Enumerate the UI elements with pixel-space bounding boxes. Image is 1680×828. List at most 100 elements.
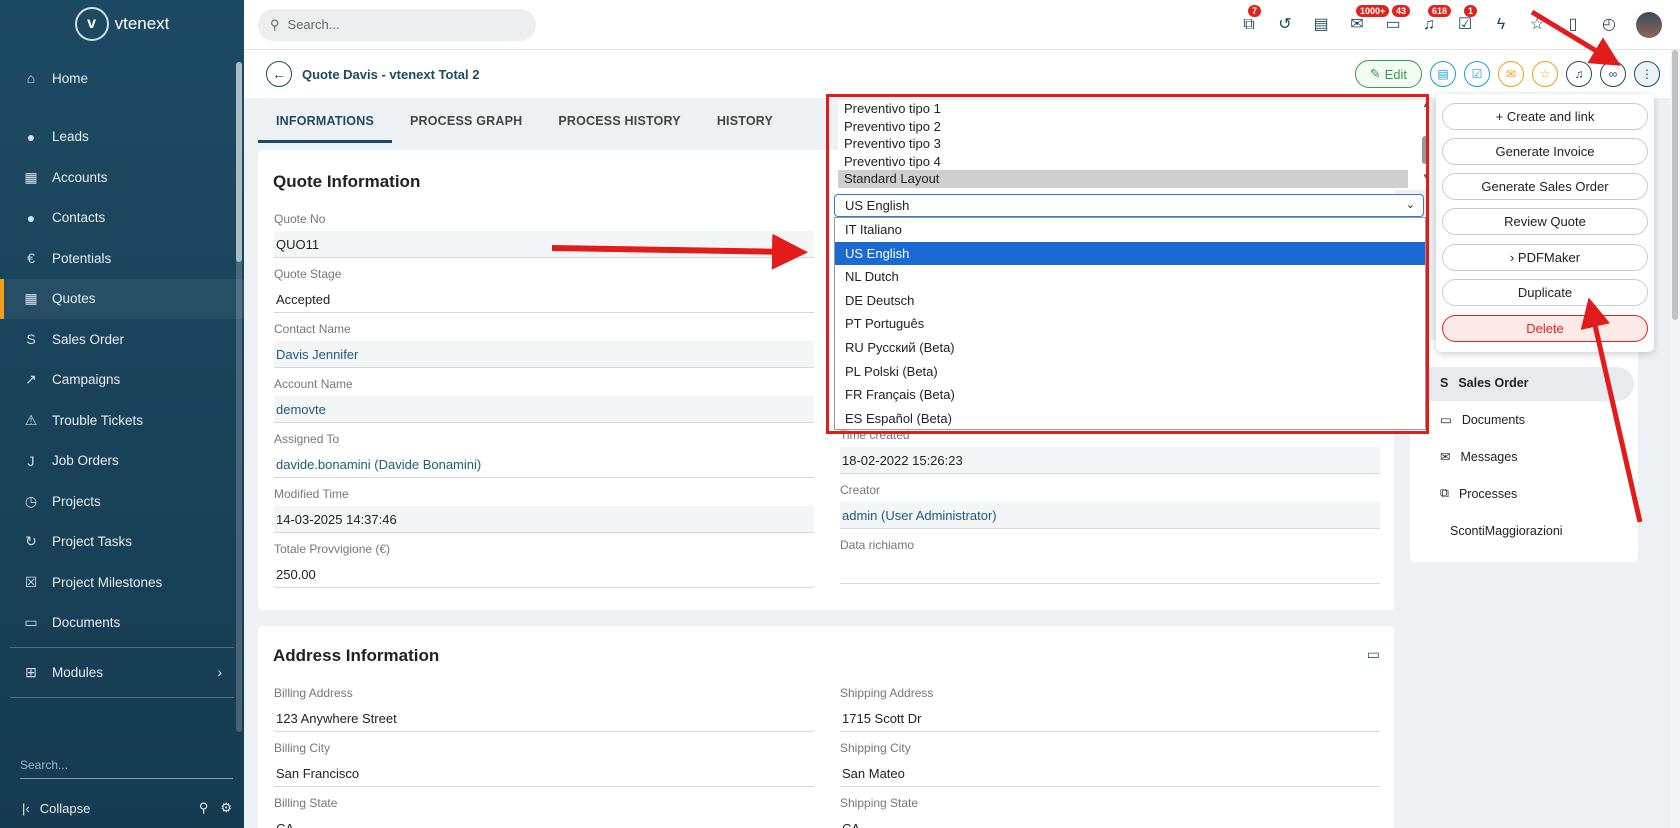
related-item-sales-order[interactable]: S Sales Order [1440, 376, 1529, 390]
sidebar-item-modules[interactable]: ⊞ Modules › [0, 652, 244, 693]
tab-process-history[interactable]: PROCESS HISTORY [540, 104, 698, 143]
tab-informations[interactable]: INFORMATIONS [258, 104, 392, 143]
review-quote-button[interactable]: Review Quote [1442, 208, 1648, 235]
todo-icon[interactable]: ☑ 1 [1456, 4, 1478, 34]
messages-badge: 43 [1392, 4, 1411, 17]
sidebar-item-documents[interactable]: ▭ Documents [0, 603, 244, 644]
top-bar: ⚲ Search... ⧉ 7 ↺ ▤ ✉ 1000+ ▭ 43 ♫ 618 ☑ 1 ϟ … [244, 0, 1680, 50]
processes-badge: 7 [1248, 4, 1262, 17]
duplicate-button[interactable]: Duplicate [1442, 279, 1648, 306]
collapse-icon[interactable]: |‹ [22, 801, 30, 816]
totale-provvigione-value[interactable]: 250.00 [274, 561, 814, 588]
related-item-documents[interactable]: ▭ Documents [1440, 412, 1525, 428]
edit-button[interactable]: ✎ Edit [1354, 60, 1422, 88]
creator-link[interactable]: admin (User Administrator) [840, 502, 1380, 529]
create-and-link-button[interactable]: + Create and link [1442, 103, 1648, 130]
related-item-processes[interactable]: ⧉ Processes [1440, 486, 1517, 501]
user-avatar[interactable] [1636, 11, 1662, 38]
data-richiamo-value[interactable] [840, 557, 1380, 584]
field-label: Totale Provvigione (€) [274, 542, 391, 556]
search-placeholder: Search... [287, 17, 340, 32]
delete-button[interactable]: Delete [1442, 315, 1648, 342]
back-button[interactable]: ← [266, 61, 292, 87]
sidebar-item-label: Job Orders [52, 453, 119, 469]
generate-sales-order-button[interactable]: Generate Sales Order [1442, 173, 1648, 200]
task-button[interactable]: ☑ [1464, 61, 1490, 87]
generate-invoice-button[interactable]: Generate Invoice [1442, 138, 1648, 165]
sidebar-item-potentials[interactable]: € Potentials [0, 238, 244, 279]
sidebar-search-input[interactable]: Search... [20, 758, 233, 779]
tab-history[interactable]: HISTORY [699, 104, 791, 143]
sidebar-item-project-tasks[interactable]: ↻ Project Tasks [0, 522, 244, 563]
calendar-button[interactable]: ▤ [1430, 61, 1456, 87]
more-actions-button[interactable]: ⋮ [1634, 61, 1660, 87]
sidebar-item-trouble-tickets[interactable]: ⚠ Trouble Tickets [0, 400, 244, 441]
sidebar-item-campaigns[interactable]: ↗ Campaigns [0, 360, 244, 401]
grid-icon: ⊞ [25, 663, 37, 680]
mail-icon[interactable]: ✉ 1000+ [1348, 4, 1390, 34]
collapse-button[interactable]: Collapse [40, 801, 91, 816]
sidebar-item-quotes[interactable]: ▦ Quotes [0, 278, 244, 319]
link-button[interactable]: ∞ [1600, 61, 1626, 87]
sidebar-scrollbar[interactable] [236, 62, 242, 732]
gear-icon[interactable]: ⚙ [220, 800, 232, 816]
tab-process-graph[interactable]: PROCESS GRAPH [392, 104, 540, 143]
shipping-city-value[interactable]: San Mateo [840, 760, 1380, 787]
bell-icon[interactable]: ♫ 618 [1420, 4, 1452, 34]
calendar-icon[interactable]: ▤ [1312, 16, 1330, 34]
sidebar-item-project-milestones[interactable]: ☒ Project Milestones [0, 562, 244, 603]
address-left-col: Billing Address 123 Anywhere Street Bill… [274, 686, 814, 828]
billing-address-value[interactable]: 123 Anywhere Street [274, 705, 814, 732]
account-name-link[interactable]: demovte [274, 396, 814, 423]
euro-icon: € [27, 250, 35, 267]
sidebar-item-projects[interactable]: ◷ Projects [0, 481, 244, 522]
monitor-icon[interactable]: ▭ [1367, 646, 1380, 663]
modified-time-value: 14-03-2025 14:37:46 [274, 506, 814, 533]
home-icon: ⌂ [26, 70, 36, 87]
pin-icon[interactable]: ⚲ [199, 800, 209, 816]
shipping-address-value[interactable]: 1715 Scott Dr [840, 705, 1380, 732]
history-icon[interactable]: ↺ [1276, 16, 1294, 34]
related-item-messages[interactable]: ✉ Messages [1440, 449, 1517, 465]
email-button[interactable]: ✉ [1498, 61, 1524, 87]
shipping-state-value[interactable]: CA [840, 815, 1380, 828]
field-label: Billing Address [274, 686, 353, 700]
lightning-icon[interactable]: ϟ [1492, 16, 1510, 34]
quote-stage-value[interactable]: Accepted [274, 286, 814, 313]
related-item-label: ScontiMaggiorazioni [1450, 524, 1563, 538]
assigned-to-link[interactable]: davide.bonamini (Davide Bonamini) [274, 451, 814, 478]
billing-state-value[interactable]: CA [274, 815, 814, 828]
sidebar-item-sales-order[interactable]: S Sales Order [0, 319, 244, 360]
global-search-input[interactable]: ⚲ Search... [258, 8, 536, 41]
billing-city-value[interactable]: San Francisco [274, 760, 814, 787]
contact-name-link[interactable]: Davis Jennifer [274, 341, 814, 368]
field-label: Creator [840, 483, 881, 497]
scrollbar-thumb[interactable] [236, 62, 242, 262]
main-scrollbar[interactable] [1670, 50, 1680, 828]
favorite-button[interactable]: ☆ [1532, 61, 1558, 87]
sidebar-item-contacts[interactable]: ● Contacts [0, 198, 244, 239]
follow-button[interactable]: ♫ [1566, 61, 1592, 87]
document-icon[interactable]: ▯ [1564, 16, 1582, 34]
app-logo[interactable]: v vtenext [0, 0, 244, 48]
card-title: Quote Information [273, 172, 421, 191]
field-label: Modified Time [274, 487, 349, 501]
related-item-sconti[interactable]: ScontiMaggiorazioni [1450, 524, 1563, 538]
pdfmaker-button[interactable]: › PDFMaker [1442, 244, 1648, 271]
messages-icon[interactable]: ▭ 43 [1384, 4, 1411, 34]
sidebar-item-job-orders[interactable]: J Job Orders [0, 441, 244, 482]
sidebar-item-leads[interactable]: ● Leads [0, 117, 244, 158]
sidebar-item-label: Potentials [52, 250, 112, 266]
star-icon[interactable]: ☆ [1528, 16, 1546, 34]
scrollbar-thumb[interactable] [1672, 50, 1678, 320]
processes-icon[interactable]: ⧉ 7 [1240, 4, 1262, 34]
sidebar-item-label: Project Tasks [52, 534, 133, 550]
address-right-col: Shipping Address 1715 Scott Dr Shipping … [840, 686, 1380, 828]
top-icons: ⧉ 7 ↺ ▤ ✉ 1000+ ▭ 43 ♫ 618 ☑ 1 ϟ ☆ ▯ ◴ [1240, 4, 1662, 38]
page-title: Quote Davis - vtenext Total 2 [302, 66, 480, 82]
annotation-highlight-box [826, 94, 1429, 434]
sidebar-item-accounts[interactable]: ▦ Accounts [0, 157, 244, 198]
timer-icon[interactable]: ◴ [1600, 16, 1618, 34]
sidebar-item-home[interactable]: ⌂ Home [0, 58, 244, 99]
calculator-icon: ▦ [24, 290, 38, 307]
